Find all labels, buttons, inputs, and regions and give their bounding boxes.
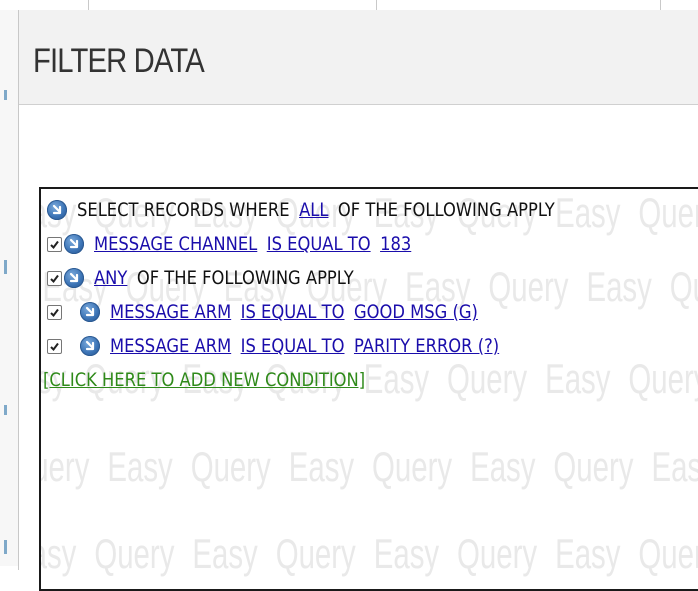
condition-field-link[interactable]: MESSAGE CHANNEL <box>94 233 257 255</box>
group-condition-row: MESSAGE ARM IS EQUAL TO PARITY ERROR (?) <box>47 335 562 357</box>
column-divider <box>376 0 377 10</box>
condition-field-link[interactable]: MESSAGE ARM <box>110 335 231 357</box>
condition-value-link[interactable]: 183 <box>380 233 411 255</box>
group-condition-row: MESSAGE ARM IS EQUAL TO GOOD MSG (G) <box>47 301 538 323</box>
background-mark <box>4 90 7 100</box>
filter-dialog: FILTER DATA Easy Query Easy Query Easy Q… <box>18 10 698 591</box>
root-prefix-label: SELECT RECORDS WHERE <box>77 199 290 221</box>
condition-row: MESSAGE CHANNEL IS EQUAL TO 183 <box>47 233 463 255</box>
condition-value-link[interactable]: GOOD MSG (G) <box>354 301 478 323</box>
condition-operator-link[interactable]: IS EQUAL TO <box>267 233 371 255</box>
add-condition-row: [CLICK HERE TO ADD NEW CONDITION] <box>43 369 418 391</box>
root-condition-text: SELECT RECORDS WHERE ALL OF THE FOLLOWING … <box>77 199 555 221</box>
group-condition-menu-icon[interactable] <box>80 336 100 356</box>
root-suffix-label: OF THE FOLLOWING APPLY <box>337 199 555 221</box>
column-divider <box>88 0 89 10</box>
dialog-title: FILTER DATA <box>33 42 205 80</box>
filter-panel: Easy Query Easy Query Easy Query Easy Qu… <box>39 187 698 591</box>
group-mode-link[interactable]: ANY <box>94 267 127 289</box>
condition-checkbox[interactable] <box>47 236 62 252</box>
group-condition-text: MESSAGE ARM IS EQUAL TO GOOD MSG (G) <box>110 301 478 323</box>
condition-value-link[interactable]: PARITY ERROR (?) <box>354 335 499 357</box>
condition-operator-link[interactable]: IS EQUAL TO <box>241 301 345 323</box>
group-suffix-label: OF THE FOLLOWING APPLY <box>136 267 354 289</box>
background-page-edge <box>0 10 18 566</box>
condition-text: MESSAGE CHANNEL IS EQUAL TO 183 <box>94 233 411 255</box>
background-mark <box>4 540 7 554</box>
group-menu-icon[interactable] <box>64 268 84 288</box>
root-menu-icon[interactable] <box>47 200 67 220</box>
condition-field-link[interactable]: MESSAGE ARM <box>110 301 231 323</box>
root-mode-link[interactable]: ALL <box>299 199 328 221</box>
dialog-header: FILTER DATA <box>19 10 698 105</box>
group-text: ANY OF THE FOLLOWING APPLY <box>94 267 354 289</box>
group-condition-checkbox[interactable] <box>47 304 62 320</box>
group-condition-text: MESSAGE ARM IS EQUAL TO PARITY ERROR (?) <box>110 335 499 357</box>
add-condition-link[interactable]: [CLICK HERE TO ADD NEW CONDITION] <box>43 369 365 391</box>
watermark-row: Easy Query Easy Query Easy Query Easy Qu… <box>41 530 698 577</box>
group-condition-menu-icon[interactable] <box>80 302 100 322</box>
group-row: ANY OF THE FOLLOWING APPLY <box>47 267 396 289</box>
root-condition-row: SELECT RECORDS WHERE ALL OF THE FOLLOWING … <box>47 199 633 221</box>
group-checkbox[interactable] <box>47 270 62 286</box>
watermark-row: Easy Query Easy Query Easy Query Easy Qu… <box>41 443 698 490</box>
condition-menu-icon[interactable] <box>64 234 84 254</box>
background-mark <box>4 260 7 274</box>
condition-operator-link[interactable]: IS EQUAL TO <box>241 335 345 357</box>
group-condition-checkbox[interactable] <box>47 338 62 354</box>
background-mark <box>4 405 7 415</box>
column-divider <box>660 0 661 10</box>
